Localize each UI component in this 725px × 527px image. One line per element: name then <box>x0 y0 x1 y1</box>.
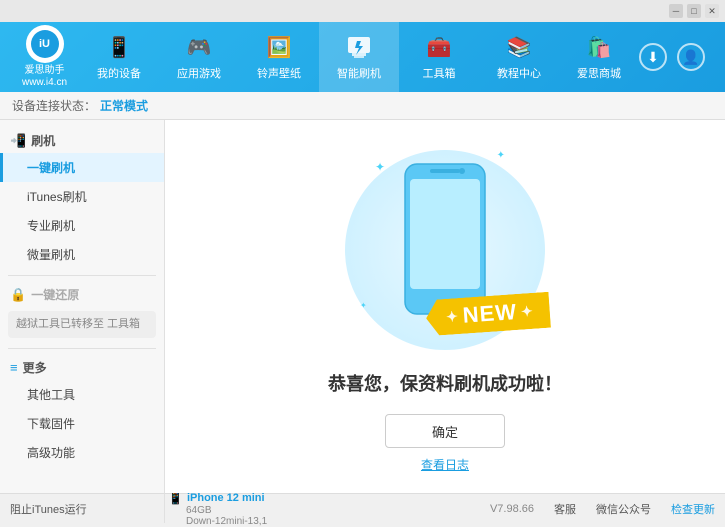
nav-label-wallpaper: 铃声壁纸 <box>257 65 301 81</box>
sparkle-2: ✦ <box>497 150 505 161</box>
confirm-button[interactable]: 确定 <box>385 414 505 448</box>
sidebar-section-restore: 🔒 一键还原 <box>0 282 164 307</box>
sidebar-item-pro-flash[interactable]: 专业刷机 <box>0 211 164 240</box>
close-btn[interactable]: ✕ <box>705 4 719 18</box>
sidebar-notice-box: 越狱工具已转移至 工具箱 <box>8 311 156 338</box>
footer-update[interactable]: 检查更新 <box>671 501 715 517</box>
maximize-btn[interactable]: □ <box>687 4 701 18</box>
logo-text: 爱思助手 www.i4.cn <box>22 65 67 89</box>
flash-icon <box>343 34 375 62</box>
new-badge-wrapper: ✦ NEW ✦ <box>425 292 551 337</box>
sidebar-divider-2 <box>8 348 156 349</box>
flash-section-icon: 📲 <box>10 133 26 149</box>
footer-version: V7.98.66 <box>490 503 534 515</box>
more-section-label: 更多 <box>23 359 47 376</box>
success-illustration: ✦ ✦ ✦ ✦ <box>335 140 555 360</box>
minimize-btn[interactable]: ─ <box>669 4 683 18</box>
wallpaper-icon: 🖼️ <box>263 34 295 62</box>
nav-items: 📱 我的设备 🎮 应用游戏 🖼️ 铃声壁纸 智能刷机 🧰 工具箱 <box>79 22 639 92</box>
new-text: NEW <box>462 299 518 329</box>
header: iU 爱思助手 www.i4.cn 📱 我的设备 🎮 应用游戏 🖼️ 铃声壁纸 <box>0 22 725 92</box>
device-name: iPhone 12 mini <box>187 492 265 504</box>
sidebar-notice-text: 越狱工具已转移至 工具箱 <box>16 317 148 332</box>
nav-item-my-device[interactable]: 📱 我的设备 <box>79 22 159 92</box>
footer-wechat[interactable]: 微信公众号 <box>596 501 651 517</box>
device-storage: 64GB <box>186 505 267 516</box>
nav-item-smart-flash[interactable]: 智能刷机 <box>319 22 399 92</box>
new-badge: ✦ NEW ✦ <box>425 292 551 337</box>
nav-item-wallpaper[interactable]: 🖼️ 铃声壁纸 <box>239 22 319 92</box>
badge-star-left: ✦ <box>446 308 460 326</box>
sidebar-item-itunes-flash[interactable]: iTunes刷机 <box>0 182 164 211</box>
sidebar-section-flash: 📲 刷机 <box>0 128 164 153</box>
download-btn[interactable]: ⬇ <box>639 43 667 71</box>
view-log-link[interactable]: 查看日志 <box>421 456 469 473</box>
nav-item-apps-games[interactable]: 🎮 应用游戏 <box>159 22 239 92</box>
sidebar-item-micro-flash[interactable]: 微量刷机 <box>0 240 164 269</box>
sidebar-item-other-tools[interactable]: 其他工具 <box>0 380 164 409</box>
sidebar-item-download-firmware[interactable]: 下载固件 <box>0 409 164 438</box>
status-label: 设备连接状态： <box>12 97 96 114</box>
title-bar: ─ □ ✕ <box>0 0 725 22</box>
flash-section-label: 刷机 <box>31 132 55 149</box>
toolbox-icon: 🧰 <box>423 34 455 62</box>
main: 📲 刷机 一键刷机 iTunes刷机 专业刷机 微量刷机 🔒 一键还原 越狱工具… <box>0 120 725 493</box>
nav-item-tutorial[interactable]: 📚 教程中心 <box>479 22 559 92</box>
stop-itunes-bar: 阻止iTunes运行 <box>0 493 165 523</box>
logo-inner: iU <box>31 30 59 58</box>
stop-itunes-btn[interactable]: 阻止iTunes运行 <box>10 501 87 517</box>
success-text: 恭喜您，保资料刷机成功啦！ <box>328 370 562 396</box>
logo-circle: iU <box>26 25 64 63</box>
sidebar: 📲 刷机 一键刷机 iTunes刷机 专业刷机 微量刷机 🔒 一键还原 越狱工具… <box>0 120 165 493</box>
nav-label-apps: 应用游戏 <box>177 65 221 81</box>
device-icon: 📱 <box>103 34 135 62</box>
nav-label-my-device: 我的设备 <box>97 65 141 81</box>
nav-item-store[interactable]: 🛍️ 爱思商城 <box>559 22 639 92</box>
sidebar-item-onekey-flash[interactable]: 一键刷机 <box>0 153 164 182</box>
footer-right: V7.98.66 客服 微信公众号 检查更新 <box>490 501 715 517</box>
nav-label-toolbox: 工具箱 <box>423 65 456 81</box>
footer-service[interactable]: 客服 <box>554 501 576 517</box>
status-bar: 设备连接状态： 正常模式 <box>0 92 725 120</box>
apps-icon: 🎮 <box>183 34 215 62</box>
account-btn[interactable]: 👤 <box>677 43 705 71</box>
device-info-area: 📱 iPhone 12 mini 64GB Down-12mini-13,1 <box>168 491 267 527</box>
sidebar-divider-1 <box>8 275 156 276</box>
tutorial-icon: 📚 <box>503 34 535 62</box>
lock-icon: 🔒 <box>10 287 26 303</box>
badge-star-right: ✦ <box>521 302 535 320</box>
store-icon: 🛍️ <box>583 34 615 62</box>
header-right: ⬇ 👤 <box>639 43 715 71</box>
nav-item-toolbox[interactable]: 🧰 工具箱 <box>399 22 479 92</box>
nav-label-tutorial: 教程中心 <box>497 65 541 81</box>
content-area: ✦ ✦ ✦ ✦ <box>165 120 725 493</box>
nav-label-store: 爱思商城 <box>577 65 621 81</box>
logo-area[interactable]: iU 爱思助手 www.i4.cn <box>10 25 79 89</box>
status-value: 正常模式 <box>100 97 148 114</box>
sidebar-item-advanced[interactable]: 高级功能 <box>0 438 164 467</box>
more-section-icon: ≡ <box>10 360 18 375</box>
device-firmware: Down-12mini-13,1 <box>186 516 267 527</box>
sidebar-section-more: ≡ 更多 <box>0 355 164 380</box>
restore-section-label: 一键还原 <box>31 286 79 303</box>
nav-label-smart-flash: 智能刷机 <box>337 65 381 81</box>
